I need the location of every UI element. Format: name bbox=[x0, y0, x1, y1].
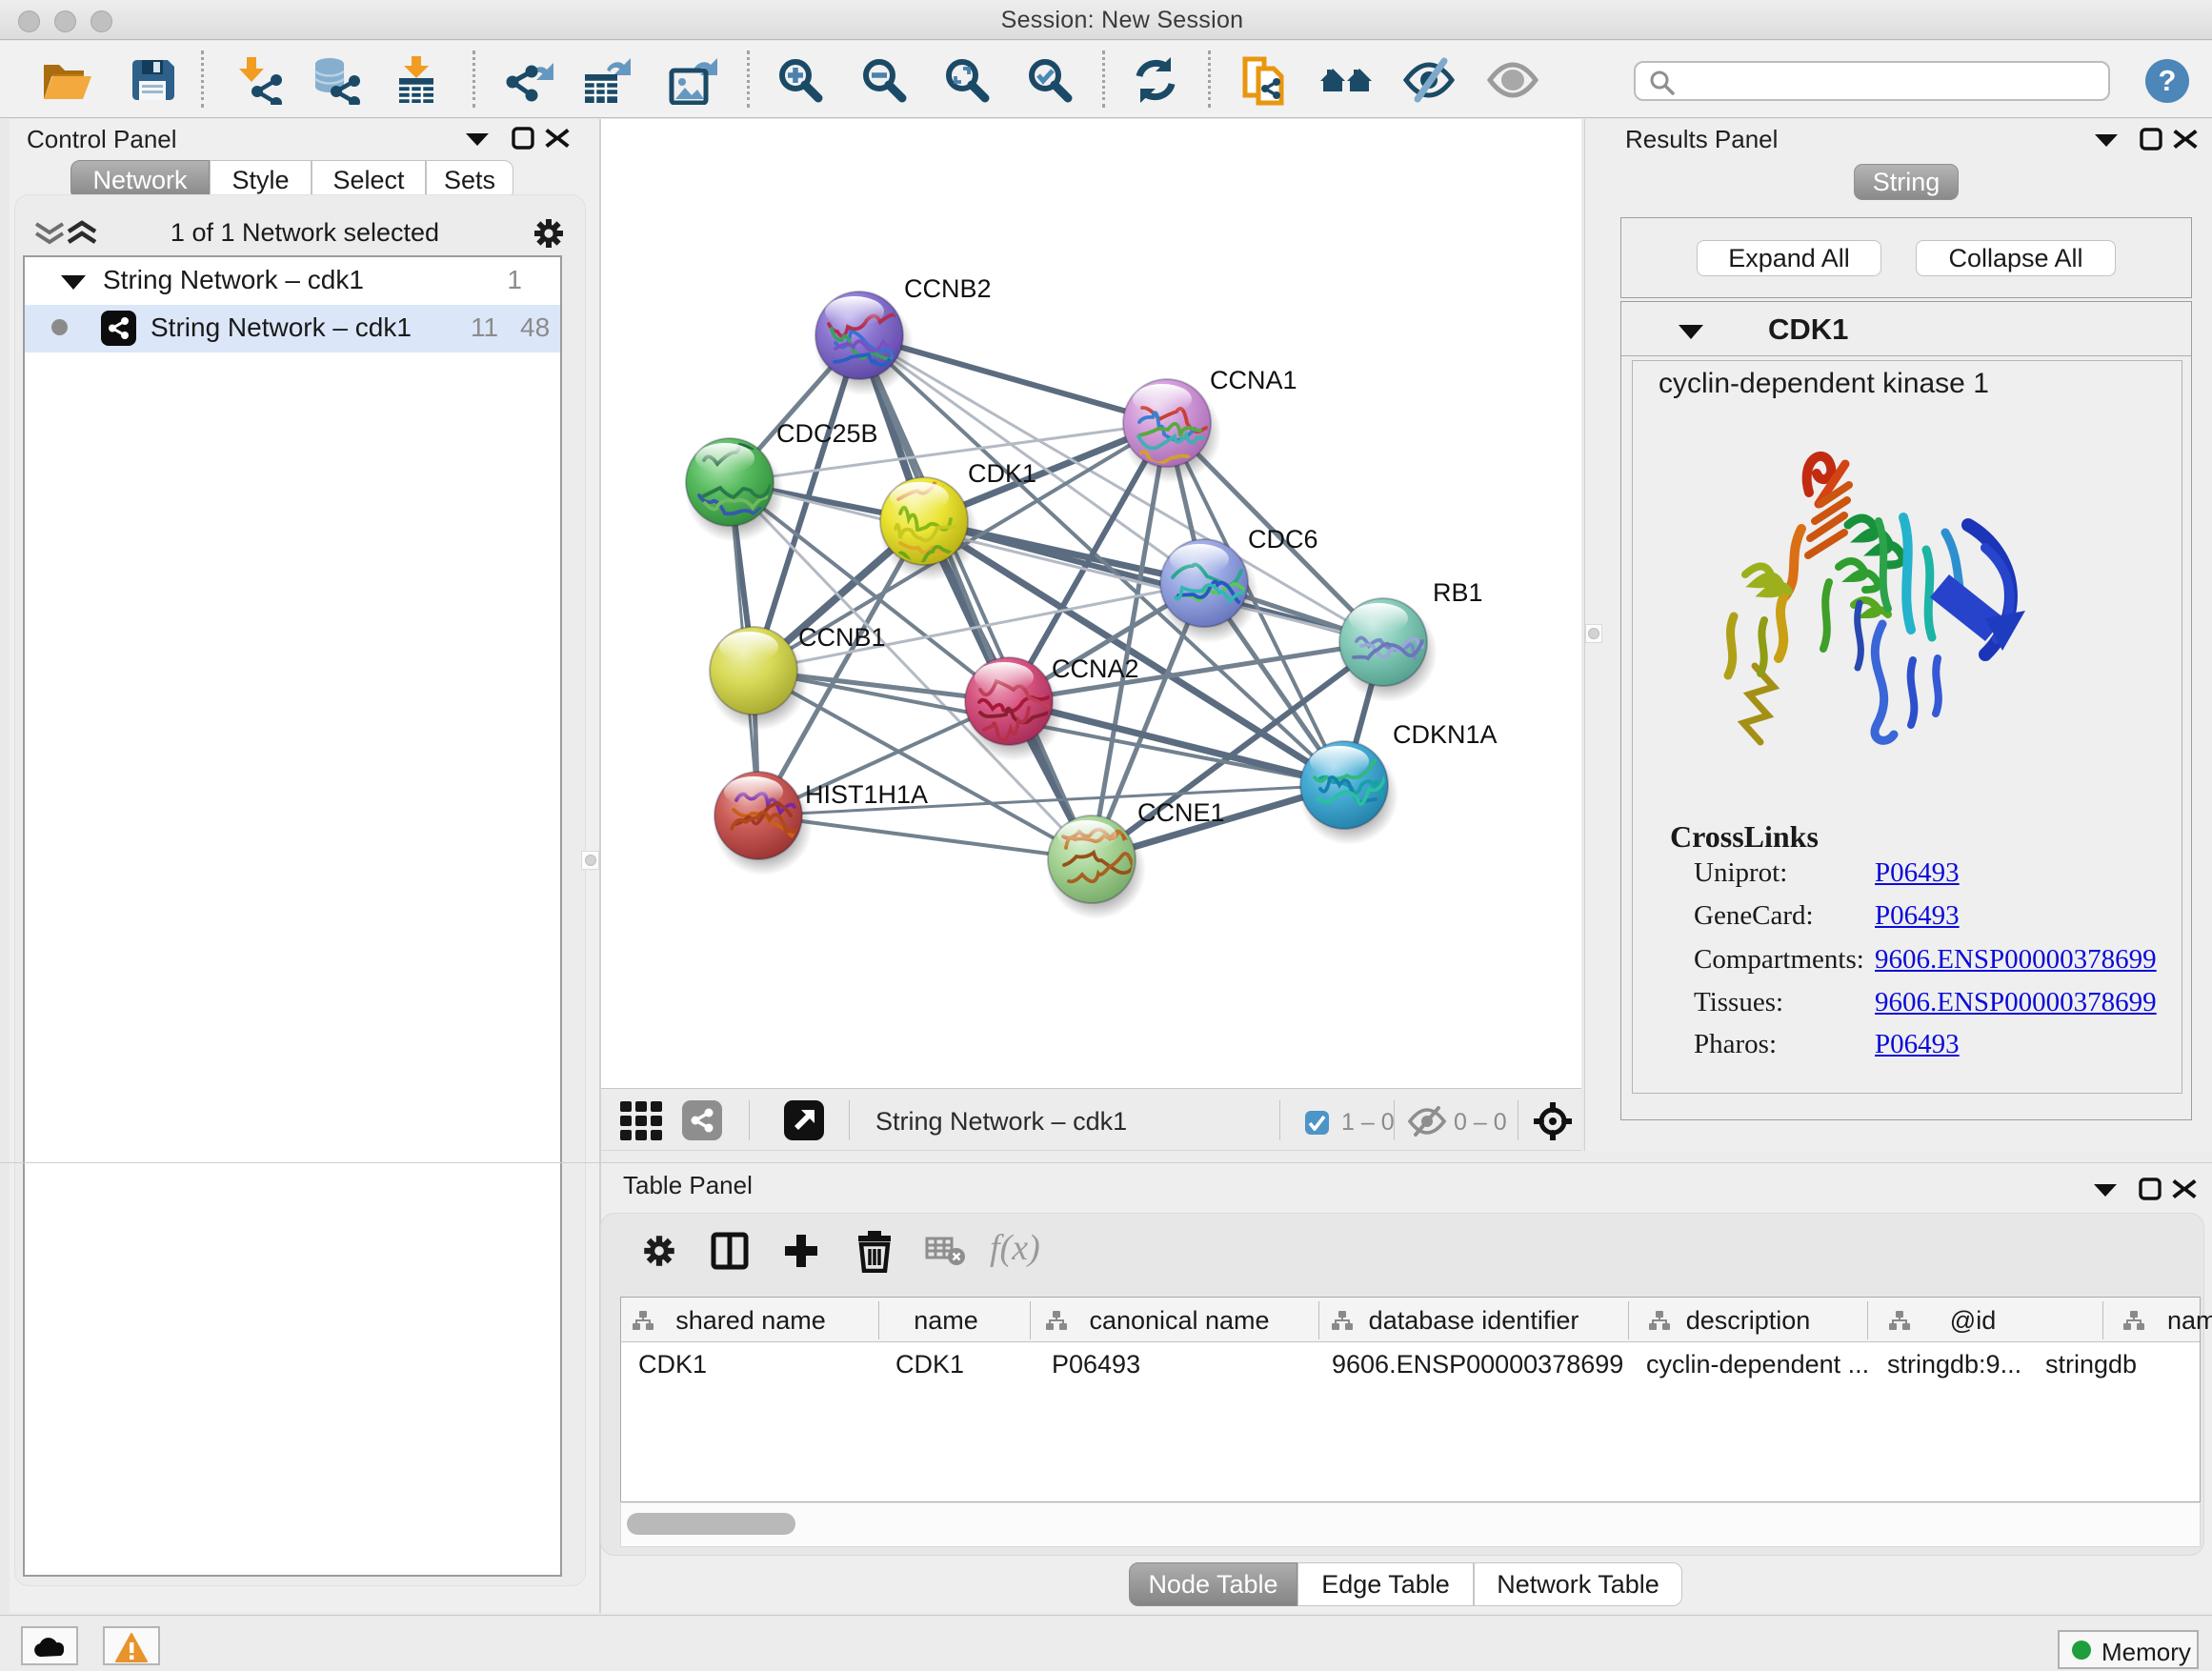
svg-text:CDC6: CDC6 bbox=[1248, 525, 1318, 554]
svg-text:?: ? bbox=[2159, 64, 2177, 97]
svg-text:CCNE1: CCNE1 bbox=[1137, 798, 1225, 827]
svg-text:CCNB1: CCNB1 bbox=[798, 623, 886, 652]
svg-text:CDKN1A: CDKN1A bbox=[1393, 720, 1498, 749]
svg-text:CDC25B: CDC25B bbox=[776, 419, 878, 448]
svg-text:CCNA1: CCNA1 bbox=[1210, 366, 1297, 394]
svg-text:HIST1H1A: HIST1H1A bbox=[805, 780, 928, 809]
svg-text:CDK1: CDK1 bbox=[968, 459, 1036, 488]
svg-text:CCNB2: CCNB2 bbox=[904, 274, 992, 303]
svg-text:RB1: RB1 bbox=[1433, 578, 1483, 607]
svg-text:CCNA2: CCNA2 bbox=[1052, 654, 1139, 683]
